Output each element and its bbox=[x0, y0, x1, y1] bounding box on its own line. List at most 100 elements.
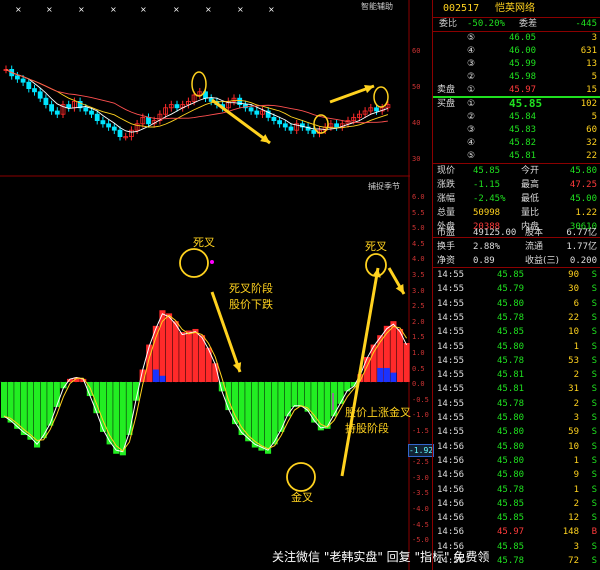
tick-row: 14:56 45.78 72 S bbox=[433, 554, 600, 568]
tick-price: 45.80 bbox=[497, 427, 525, 438]
tick-volume: 1 bbox=[573, 341, 579, 352]
candle-body bbox=[37, 91, 43, 99]
tick-time: 14:55 bbox=[437, 312, 465, 323]
indicator-bar bbox=[337, 382, 344, 404]
sell-level: ④ bbox=[467, 46, 476, 56]
buy-level: ⑤ bbox=[467, 151, 476, 161]
buy-order-row: ③ 45.83 60 bbox=[433, 123, 600, 137]
tick-time: 14:55 bbox=[437, 384, 465, 395]
tick-volume: 30 bbox=[568, 284, 579, 295]
finance-value: 1.77亿 bbox=[566, 242, 597, 252]
tick-volume: 2 bbox=[573, 370, 579, 381]
annotation-death-phase-line1: 死叉阶段 bbox=[229, 282, 273, 295]
stat-value: 45.80 bbox=[569, 166, 597, 176]
tick-time: 14:56 bbox=[437, 527, 465, 538]
tick-volume: 9 bbox=[573, 470, 579, 481]
tick-row: 14:55 45.78 2 S bbox=[433, 397, 600, 411]
tick-direction: S bbox=[591, 413, 597, 423]
indicator-small-bar bbox=[390, 372, 397, 382]
sell-level: ② bbox=[467, 72, 476, 82]
indicator-small-bar bbox=[159, 375, 166, 382]
tick-volume: 148 bbox=[562, 527, 579, 538]
tick-time: 14:56 bbox=[437, 556, 465, 566]
finance-row: 净资 0.89 收益(三) 0.200 bbox=[433, 254, 600, 268]
sell-level: ① bbox=[467, 85, 476, 95]
tick-direction: S bbox=[591, 270, 597, 280]
candle-body bbox=[32, 88, 37, 93]
bottom-axis-tick: 0.0 bbox=[412, 380, 425, 389]
gold-cross-circle bbox=[286, 462, 316, 492]
stat-value: -2.45% bbox=[473, 194, 506, 204]
tick-time: 14:55 bbox=[437, 370, 465, 381]
top-marker-dot: × bbox=[205, 5, 212, 14]
sell-volume: 631 bbox=[580, 46, 597, 56]
buy-order-row: ④ 45.82 32 bbox=[433, 136, 600, 150]
tick-volume: 10 bbox=[568, 441, 579, 452]
tick-volume: 22 bbox=[568, 312, 579, 323]
top-panel-label: 智能辅助 bbox=[361, 2, 393, 11]
tick-row: 14:55 45.78 53 S bbox=[433, 354, 600, 368]
candle-body bbox=[14, 75, 20, 80]
annotation-gold-phase-line1: 股价上涨金叉 bbox=[345, 406, 411, 419]
sell-price: 45.97 bbox=[509, 85, 537, 95]
bottom-axis-tick: 3.0 bbox=[412, 286, 425, 295]
buy-volume: 22 bbox=[586, 151, 597, 161]
indicator-bar bbox=[265, 382, 272, 454]
bottom-axis-tick: 5.0 bbox=[412, 224, 425, 233]
bottom-axis-tick: -5.0 bbox=[412, 536, 429, 545]
top-marker-dot: × bbox=[15, 5, 22, 14]
candle-body bbox=[374, 107, 379, 112]
candle-body bbox=[49, 104, 54, 112]
indicator-bar bbox=[47, 382, 54, 426]
buy-price: 45.82 bbox=[509, 138, 537, 148]
top-axis-tick: 50 bbox=[412, 83, 421, 91]
bottom-axis-tick: 2.5 bbox=[412, 302, 425, 311]
tick-direction: S bbox=[591, 470, 597, 481]
tick-price: 45.85 bbox=[497, 513, 525, 524]
top-marker-dot: × bbox=[173, 5, 180, 14]
annotation-gold-phase-line2: 持股阶段 bbox=[345, 422, 389, 435]
candle-body bbox=[100, 120, 106, 125]
tick-price: 45.80 bbox=[497, 441, 525, 452]
top-marker-dot: × bbox=[237, 5, 244, 14]
candle-body bbox=[54, 110, 60, 115]
finance-label: 股本 bbox=[525, 228, 544, 238]
indicator-bar bbox=[166, 313, 173, 382]
order-ratio-value: -50.20% bbox=[467, 19, 505, 29]
kline-and-indicator-chart: × × × × × × × × × bbox=[0, 0, 410, 570]
tick-direction: S bbox=[591, 341, 597, 352]
indicator-bar bbox=[179, 332, 186, 382]
candle-body bbox=[146, 117, 151, 125]
candle-body bbox=[26, 81, 32, 89]
finance-label: 市盈 bbox=[437, 228, 456, 238]
tick-time: 14:56 bbox=[437, 498, 465, 509]
bottom-axis-tick: 1.0 bbox=[412, 349, 425, 357]
tick-volume: 72 bbox=[568, 556, 579, 566]
tick-row: 14:56 45.85 2 S bbox=[433, 497, 600, 511]
tick-direction: S bbox=[591, 398, 597, 409]
finance-value: 0.89 bbox=[473, 256, 495, 266]
tick-price: 45.78 bbox=[497, 484, 525, 495]
tick-direction: S bbox=[591, 541, 597, 552]
sell-price: 45.98 bbox=[509, 72, 537, 82]
tick-volume: 12 bbox=[568, 513, 579, 524]
top-marker-dot: × bbox=[46, 5, 53, 14]
indicator-bar bbox=[192, 328, 199, 382]
top-axis-tick: 40 bbox=[412, 119, 421, 127]
candle-body bbox=[106, 123, 111, 128]
tick-time: 14:55 bbox=[437, 427, 465, 438]
tick-time: 14:56 bbox=[437, 541, 465, 552]
stat-label: 量比 bbox=[521, 208, 540, 218]
sell-level: ⑤ bbox=[467, 33, 476, 43]
tick-price: 45.78 bbox=[497, 398, 525, 409]
tick-volume: 59 bbox=[568, 427, 579, 438]
candle-body bbox=[288, 126, 294, 131]
tick-price: 45.80 bbox=[497, 470, 525, 481]
bottom-axis-tick: -3.0 bbox=[412, 473, 429, 482]
tick-time: 14:55 bbox=[437, 355, 465, 366]
finance-label: 流通 bbox=[525, 242, 544, 252]
tick-row: 14:56 45.80 1 S bbox=[433, 454, 600, 468]
buy-price: 45.81 bbox=[509, 151, 537, 161]
tick-time: 14:55 bbox=[437, 284, 465, 295]
tick-volume: 2 bbox=[573, 398, 579, 409]
